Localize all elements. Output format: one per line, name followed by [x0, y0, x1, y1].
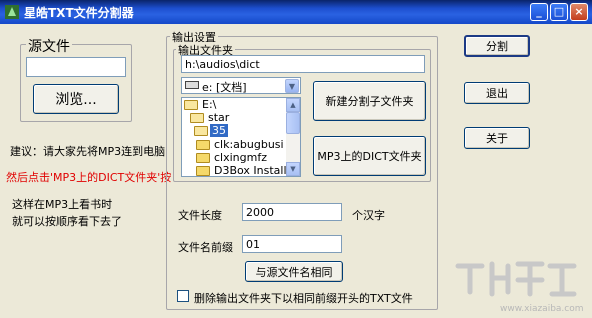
file-length-unit: 个汉字	[352, 209, 385, 222]
app-icon	[5, 5, 19, 19]
open-folder-icon	[194, 126, 208, 136]
chevron-down-icon[interactable]: ▼	[285, 79, 299, 93]
file-length-label: 文件长度	[178, 209, 222, 222]
split-button[interactable]: 分割	[464, 35, 530, 57]
drive-select-value: e: [文档]	[202, 81, 247, 94]
minimize-button[interactable]: _	[530, 3, 548, 21]
folder-item-label: clk:abugbusi	[214, 138, 284, 151]
folder-item-label: E:\	[202, 98, 217, 111]
source-file-legend: 源文件	[26, 36, 72, 56]
maximize-button[interactable]: □	[550, 3, 568, 21]
open-folder-icon	[190, 113, 204, 123]
file-length-input[interactable]: 2000	[242, 203, 342, 221]
window-title: 星皓TXT文件分割器	[24, 6, 134, 20]
scroll-up-icon[interactable]: ▲	[286, 98, 300, 112]
folder-icon	[196, 166, 210, 176]
tip-line-2: 然后点击'MP3上的DICT文件夹'按	[6, 171, 172, 184]
browse-button[interactable]: 浏览...	[33, 84, 119, 114]
scroll-down-icon[interactable]: ▼	[286, 162, 300, 176]
folder-icon	[196, 140, 210, 150]
close-button[interactable]: ×	[570, 3, 588, 21]
exit-button[interactable]: 退出	[464, 82, 530, 104]
mp3-dict-folder-button[interactable]: MP3上的DICT文件夹	[313, 136, 426, 176]
new-subfolder-button[interactable]: 新建分割子文件夹	[313, 81, 426, 121]
same-as-source-button[interactable]: 与源文件名相同	[245, 261, 343, 282]
filename-prefix-label: 文件名前缀	[178, 241, 233, 254]
folder-list[interactable]: E:\ star 35 clk:abugbusi clxingmfz D3Box…	[181, 97, 301, 177]
folder-icon	[196, 153, 210, 163]
drive-select[interactable]: e: [文档] ▼	[181, 77, 301, 94]
app-window: 星皓TXT文件分割器 _ □ × 源文件 浏览... 建议：请大家先将MP3连到…	[0, 0, 592, 318]
tip-line-3: 这样在MP3上看书时	[12, 198, 113, 211]
open-folder-icon	[184, 100, 198, 110]
about-button[interactable]: 关于	[464, 127, 530, 149]
folder-item-label: clxingmfz	[214, 151, 267, 164]
tip-line-1: 建议：请大家先将MP3连到电脑	[10, 145, 166, 158]
delete-prefix-files-label[interactable]: 删除输出文件夹下以相同前缀开头的TXT文件	[194, 290, 413, 306]
watermark-logo	[455, 261, 577, 297]
scroll-thumb[interactable]	[286, 112, 300, 134]
drive-icon	[185, 81, 199, 89]
watermark-url: www.xiazaiba.com	[500, 304, 584, 314]
source-file-input[interactable]	[26, 57, 126, 77]
folder-list-scrollbar[interactable]: ▲ ▼	[286, 98, 300, 176]
title-bar[interactable]: 星皓TXT文件分割器 _ □ ×	[0, 0, 592, 24]
tip-line-4: 就可以按顺序看下去了	[12, 215, 122, 228]
folder-item-label: 35	[210, 124, 228, 137]
output-path-field[interactable]: h:\audios\dict	[181, 55, 425, 73]
folder-item-label: star	[208, 111, 230, 124]
filename-prefix-input[interactable]: 01	[242, 235, 342, 253]
delete-prefix-files-checkbox[interactable]	[177, 290, 189, 302]
